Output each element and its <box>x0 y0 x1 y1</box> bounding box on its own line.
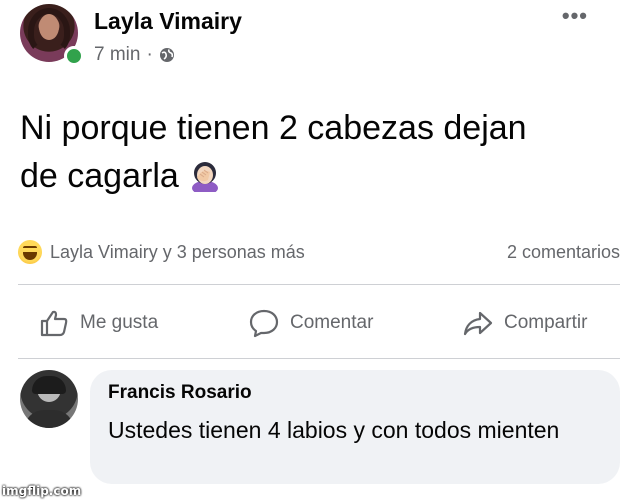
more-options-icon[interactable]: ••• <box>562 5 588 27</box>
post-text-line-2-text: de cagarla <box>20 157 179 195</box>
haha-reaction-icon[interactable] <box>18 240 42 264</box>
globe-icon[interactable] <box>159 47 175 63</box>
avatar-shirt <box>24 410 74 428</box>
share-arrow-icon <box>462 307 494 339</box>
comment-button-label: Comentar <box>290 312 374 333</box>
meta-separator: · <box>146 44 153 65</box>
post-actions: Me gusta Comentar Compartir <box>18 290 620 356</box>
post-text-line-2: de cagarla <box>20 152 620 200</box>
post-body: Ni porque tienen 2 cabezas dejan de caga… <box>20 104 620 200</box>
thumbs-up-icon <box>38 307 70 339</box>
reactors-text[interactable]: Layla Vimairy y 3 personas más <box>50 242 305 263</box>
comment-button[interactable]: Comentar <box>248 290 373 356</box>
comments-count[interactable]: 2 comentarios <box>507 242 620 263</box>
comment: Francis Rosario Ustedes tienen 4 labios … <box>18 368 624 490</box>
watermark: imgflip.com <box>2 484 82 498</box>
author-avatar[interactable] <box>20 4 84 66</box>
divider-bottom <box>18 358 620 359</box>
avatar-face <box>39 14 59 40</box>
online-status-indicator <box>64 46 84 66</box>
comment-text: Ustedes tienen 4 labios y con todos mien… <box>108 417 560 443</box>
reactions-summary: Layla Vimairy y 3 personas más 2 comenta… <box>18 238 620 268</box>
comment-bubble: Francis Rosario Ustedes tienen 4 labios … <box>90 370 620 484</box>
like-button-label: Me gusta <box>80 312 159 333</box>
woman-facepalming-emoji <box>188 157 222 195</box>
post-timestamp[interactable]: 7 min <box>94 44 140 66</box>
avatar-cap <box>32 376 66 394</box>
like-button[interactable]: Me gusta <box>38 290 158 356</box>
commenter-avatar[interactable] <box>20 370 78 428</box>
comment-author-name[interactable]: Francis Rosario <box>108 382 252 404</box>
post-meta: 7 min · <box>94 44 175 66</box>
post-header: Layla Vimairy 7 min · ••• <box>18 4 618 66</box>
divider-top <box>18 284 620 285</box>
post-text-line-1: Ni porque tienen 2 cabezas dejan <box>20 109 527 147</box>
comment-bubble-icon <box>248 307 280 339</box>
haha-mouth <box>23 252 37 260</box>
post-author-name[interactable]: Layla Vimairy <box>94 8 242 35</box>
share-button[interactable]: Compartir <box>462 290 587 356</box>
share-button-label: Compartir <box>504 312 588 333</box>
